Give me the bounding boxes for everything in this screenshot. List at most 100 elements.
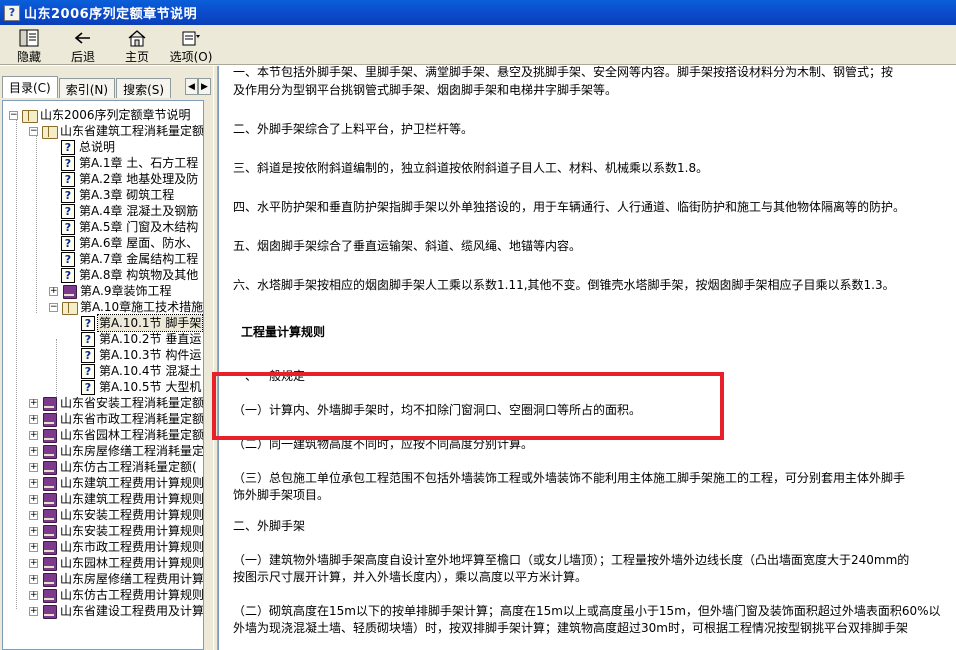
content-paragraph: 二、外脚手架: [233, 519, 306, 533]
tree-item[interactable]: + 山东市政工程费用计算规则: [29, 539, 203, 555]
tree-item[interactable]: + 山东安装工程费用计算规则: [29, 523, 203, 539]
tree-item[interactable]: + 山东省市政工程消耗量定额: [29, 411, 203, 427]
expand-icon[interactable]: +: [29, 558, 38, 568]
tree-guide-line: [16, 115, 17, 609]
content-paragraph: 四、水平防护架和垂直防护架指脚手架以外单独搭设的，用于车辆通行、人行通道、临街防…: [233, 200, 906, 214]
home-button[interactable]: 主页: [110, 25, 164, 65]
help-page-icon: ?: [61, 171, 75, 187]
tree-item[interactable]: ? 第A.8章 构筑物及其他: [61, 267, 199, 283]
closed-book-icon: [41, 412, 57, 427]
topic-content: 一、本节包括外脚手架、里脚手架、满堂脚手架、悬空及挑脚手架、安全网等内容。脚手架…: [218, 66, 956, 650]
tree-item[interactable]: + 山东省建设工程费用及计算: [29, 603, 203, 619]
help-page-icon: ?: [61, 267, 75, 283]
content-paragraph: 一、本节包括外脚手架、里脚手架、满堂脚手架、悬空及挑脚手架、安全网等内容。脚手架…: [233, 66, 894, 79]
tree-item[interactable]: ? 第A.1章 土、石方工程: [61, 155, 199, 171]
tree-item[interactable]: ? 第A.4章 混凝土及钢筋: [61, 203, 199, 219]
content-paragraph: 饰外脚手架项目。: [233, 488, 330, 502]
tree-item[interactable]: + 山东仿古工程费用计算规则: [29, 587, 203, 603]
expand-icon[interactable]: +: [29, 414, 38, 424]
home-icon: [126, 28, 148, 48]
content-paragraph: 六、水塔脚手架按相应的烟囱脚手架人工乘以系数1.11,其他不变。倒锥壳水塔脚手架…: [233, 278, 895, 292]
tree-item[interactable]: ? 第A.5章 门窗及木结构: [61, 219, 199, 235]
tree-item[interactable]: ? 第A.10.4节 混凝土: [81, 363, 202, 379]
closed-book-icon: [41, 492, 57, 507]
expand-icon[interactable]: +: [29, 542, 38, 552]
tab-contents[interactable]: 目录(C): [2, 76, 58, 98]
hide-button[interactable]: 隐藏: [2, 25, 56, 65]
help-page-icon: ?: [61, 187, 75, 203]
content-paragraph: （二）砌筑高度在15m以下的按单排脚手架计算；高度在15m以上或高度虽小于15m…: [233, 604, 941, 618]
closed-book-icon: [41, 508, 57, 523]
collapse-icon[interactable]: −: [29, 126, 38, 136]
content-paragraph: 五、烟囱脚手架综合了垂直运输架、斜道、缆风绳、地锚等内容。: [233, 239, 582, 253]
back-button[interactable]: 后退: [56, 25, 110, 65]
options-button[interactable]: 选项(O): [164, 25, 218, 65]
expand-icon[interactable]: +: [29, 510, 38, 520]
tree-item[interactable]: ? 第A.6章 屋面、防水、: [61, 235, 199, 251]
closed-book-icon: [41, 476, 57, 491]
tree-item[interactable]: − 第A.10章施工技术措施: [49, 299, 203, 315]
expand-icon[interactable]: +: [29, 398, 38, 408]
expand-icon[interactable]: +: [29, 478, 38, 488]
navigation-pane: 目录(C) 索引(N) 搜索(S) ◀ ▶ − 山东2006序列定额章节说明 −…: [0, 66, 213, 650]
closed-book-icon: [41, 444, 57, 459]
tree-item[interactable]: ? 第A.3章 砌筑工程: [61, 187, 175, 203]
tab-index[interactable]: 索引(N): [58, 78, 116, 98]
content-paragraph: 二、外脚手架综合了上料平台，护卫栏杆等。: [233, 122, 474, 136]
expand-icon[interactable]: +: [29, 574, 38, 584]
help-page-icon: ?: [61, 155, 75, 171]
expand-icon[interactable]: +: [29, 494, 38, 504]
tree-item[interactable]: + 山东安装工程费用计算规则: [29, 507, 203, 523]
collapse-icon[interactable]: −: [9, 110, 18, 120]
closed-book-icon: [41, 588, 57, 603]
expand-icon[interactable]: +: [29, 606, 38, 616]
content-paragraph: （三）总包施工单位承包工程范围不包括外墙装饰工程或外墙装饰不能利用主体施工脚手架…: [233, 471, 906, 485]
options-icon: [180, 28, 202, 48]
closed-book-icon: [41, 572, 57, 587]
open-book-icon: [41, 124, 58, 139]
tree-item[interactable]: + 山东省园林工程消耗量定额: [29, 427, 203, 443]
closed-book-icon: [41, 524, 57, 539]
tree-item[interactable]: ? 第A.10.5节 大型机: [81, 379, 202, 395]
collapse-icon[interactable]: −: [49, 302, 58, 312]
expand-icon[interactable]: +: [29, 462, 38, 472]
tab-search[interactable]: 搜索(S): [116, 78, 172, 98]
tree-item-root[interactable]: − 山东2006序列定额章节说明: [9, 107, 192, 123]
tree-item[interactable]: + 第A.9章装饰工程: [49, 283, 172, 299]
closed-book-icon: [41, 428, 57, 443]
expand-icon[interactable]: +: [29, 526, 38, 536]
tree-item[interactable]: ? 总说明: [61, 139, 116, 155]
help-page-icon: ?: [61, 235, 75, 251]
tree-item[interactable]: ? 第A.2章 地基处理及防: [61, 171, 199, 187]
tree-item[interactable]: + 山东房屋修缮工程费用计算: [29, 571, 203, 587]
contents-tree[interactable]: − 山东2006序列定额章节说明 − 山东省建筑工程消耗量定额 ? 总说明 ? …: [2, 100, 204, 650]
nav-tabs: 目录(C) 索引(N) 搜索(S): [2, 76, 211, 98]
expand-icon[interactable]: +: [29, 446, 38, 456]
content-paragraph: （一）建筑物外墙脚手架高度自设计室外地坪算至檐口（或女儿墙顶）；工程量按外墙外边…: [233, 553, 910, 567]
tree-item-selected[interactable]: ? 第A.10.1节 脚手架: [81, 314, 203, 332]
tab-scroll-left-icon[interactable]: ◀: [185, 78, 198, 95]
tree-item[interactable]: + 山东建筑工程费用计算规则: [29, 475, 203, 491]
tree-item[interactable]: ? 第A.10.3节 构件运: [81, 347, 202, 363]
content-paragraph: 外墙为现浇混凝土墙、轻质砌块墙）时，按双排脚手架计算；建筑物高度超过30m时，可…: [233, 621, 908, 635]
section-heading: 工程量计算规则: [241, 325, 326, 339]
tree-item[interactable]: + 山东建筑工程费用计算规则: [29, 491, 203, 507]
help-app-icon: ?: [4, 4, 20, 21]
closed-book-icon: [41, 460, 57, 475]
tab-scroll-right-icon[interactable]: ▶: [198, 78, 211, 95]
tree-item[interactable]: + 山东省安装工程消耗量定额: [29, 395, 203, 411]
open-book-icon: [61, 300, 78, 315]
tree-item[interactable]: − 山东省建筑工程消耗量定额: [29, 123, 203, 139]
help-page-icon: ?: [61, 203, 75, 219]
expand-icon[interactable]: +: [49, 286, 58, 296]
tree-item[interactable]: + 山东仿古工程消耗量定额(: [29, 459, 198, 475]
tree-item[interactable]: + 山东房屋修缮工程消耗量定额: [29, 443, 203, 459]
tree-item[interactable]: + 山东园林工程费用计算规则: [29, 555, 203, 571]
expand-icon[interactable]: +: [29, 590, 38, 600]
tree-item[interactable]: ? 第A.10.2节 垂直运: [81, 331, 202, 347]
help-page-icon: ?: [81, 363, 95, 379]
title-bar: ? 山东2006序列定额章节说明: [0, 0, 956, 25]
expand-icon[interactable]: +: [29, 430, 38, 440]
tree-guide-line: [36, 131, 37, 313]
tree-item[interactable]: ? 第A.7章 金属结构工程: [61, 251, 199, 267]
